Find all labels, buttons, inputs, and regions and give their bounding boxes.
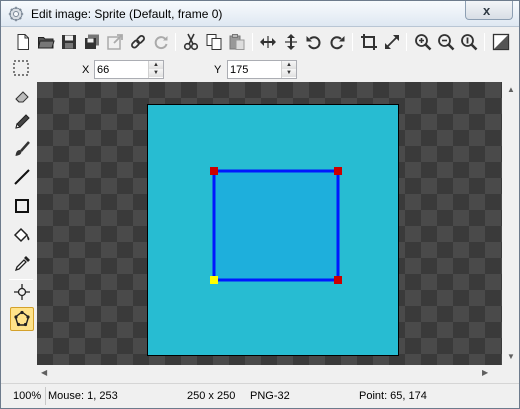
- zoom-status: 100%: [13, 390, 42, 402]
- brush-icon[interactable]: [10, 137, 34, 161]
- coordinate-bar: X ▲ ▼ Y ▲ ▼: [1, 56, 519, 82]
- link-icon[interactable]: [128, 32, 148, 52]
- scroll-left-icon[interactable]: ◀: [41, 368, 47, 377]
- format-status: PNG-32: [250, 390, 290, 402]
- size-status: 250 x 250: [187, 390, 236, 402]
- flip-vertical-icon[interactable]: [281, 32, 301, 52]
- mask-point[interactable]: [334, 167, 342, 175]
- edit-image-window: Edit image: Sprite (Default, frame 0) x: [0, 0, 520, 409]
- x-input[interactable]: [97, 63, 147, 77]
- cut-icon[interactable]: [181, 32, 201, 52]
- rotate-right-icon[interactable]: [327, 32, 347, 52]
- tools-sidebar: [1, 82, 37, 382]
- rotate-left-icon[interactable]: [304, 32, 324, 52]
- select-region-icon[interactable]: [11, 58, 31, 78]
- line-icon[interactable]: [10, 165, 34, 189]
- fill-icon[interactable]: [10, 223, 34, 247]
- toolbar-separator: [252, 33, 253, 51]
- copy-icon[interactable]: [204, 32, 224, 52]
- status-divider: [45, 387, 46, 405]
- status-bar: 100% Mouse: 1, 253 250 x 250 PNG-32 Poin…: [1, 383, 519, 408]
- mouse-status: Mouse: 1, 253: [48, 390, 118, 402]
- crop-icon[interactable]: [359, 32, 379, 52]
- y-spin-up-button[interactable]: ▲: [282, 61, 296, 69]
- color-picker-icon[interactable]: [10, 252, 34, 276]
- paste-icon[interactable]: [227, 32, 247, 52]
- export-icon[interactable]: [105, 32, 125, 52]
- scroll-up-icon[interactable]: ▲: [507, 85, 515, 94]
- toolbar-separator: [352, 33, 353, 51]
- zoom-reset-icon[interactable]: [459, 32, 479, 52]
- toolbar-separator: [175, 33, 176, 51]
- main-toolbar: [1, 28, 519, 56]
- zoom-out-icon[interactable]: [436, 32, 456, 52]
- new-icon[interactable]: [13, 32, 33, 52]
- y-spinner[interactable]: ▲ ▼: [227, 60, 297, 79]
- scroll-right-icon[interactable]: ▶: [482, 368, 488, 377]
- x-spinner-buttons: ▲ ▼: [148, 61, 163, 78]
- image-canvas[interactable]: [37, 82, 502, 365]
- save-icon[interactable]: [59, 32, 79, 52]
- x-spin-up-button[interactable]: ▲: [149, 61, 163, 69]
- rectangle-icon[interactable]: [10, 194, 34, 218]
- open-icon[interactable]: [36, 32, 56, 52]
- resize-icon[interactable]: [382, 32, 402, 52]
- mask-point-selected[interactable]: [210, 276, 218, 284]
- app-gear-icon: [8, 6, 24, 22]
- image-settings-icon[interactable]: [491, 32, 511, 52]
- collision-mask[interactable]: [148, 105, 398, 355]
- window-title: Edit image: Sprite (Default, frame 0): [31, 7, 223, 21]
- x-spin-down-button[interactable]: ▼: [149, 69, 163, 77]
- x-label: X: [82, 64, 90, 76]
- title-bar: Edit image: Sprite (Default, frame 0) x: [1, 1, 519, 27]
- mask-point[interactable]: [334, 276, 342, 284]
- sprite-image[interactable]: [147, 104, 399, 356]
- origin-icon[interactable]: [10, 280, 34, 304]
- scroll-down-icon[interactable]: ▼: [507, 352, 515, 361]
- refresh-icon[interactable]: [151, 32, 171, 52]
- save-all-icon[interactable]: [82, 32, 102, 52]
- horizontal-scrollbar[interactable]: ◀ ▶: [37, 365, 502, 382]
- y-input[interactable]: [230, 63, 280, 77]
- close-icon: x: [483, 3, 491, 18]
- zoom-in-icon[interactable]: [413, 32, 433, 52]
- mask-polygon: [212, 169, 340, 282]
- flip-horizontal-icon[interactable]: [258, 32, 278, 52]
- point-status: Point: 65, 174: [359, 390, 427, 402]
- y-label: Y: [214, 64, 222, 76]
- toolbar-separator: [406, 33, 407, 51]
- close-button[interactable]: x: [465, 1, 513, 20]
- y-spinner-buttons: ▲ ▼: [281, 61, 296, 78]
- mask-point[interactable]: [210, 167, 218, 175]
- vertical-scrollbar[interactable]: ▲ ▼: [502, 82, 519, 365]
- x-spinner[interactable]: ▲ ▼: [94, 60, 164, 79]
- eraser-icon[interactable]: [10, 84, 34, 108]
- pencil-icon[interactable]: [10, 110, 34, 134]
- y-spin-down-button[interactable]: ▼: [282, 69, 296, 77]
- mask-polygon-icon[interactable]: [10, 307, 34, 331]
- toolbar-separator: [484, 33, 485, 51]
